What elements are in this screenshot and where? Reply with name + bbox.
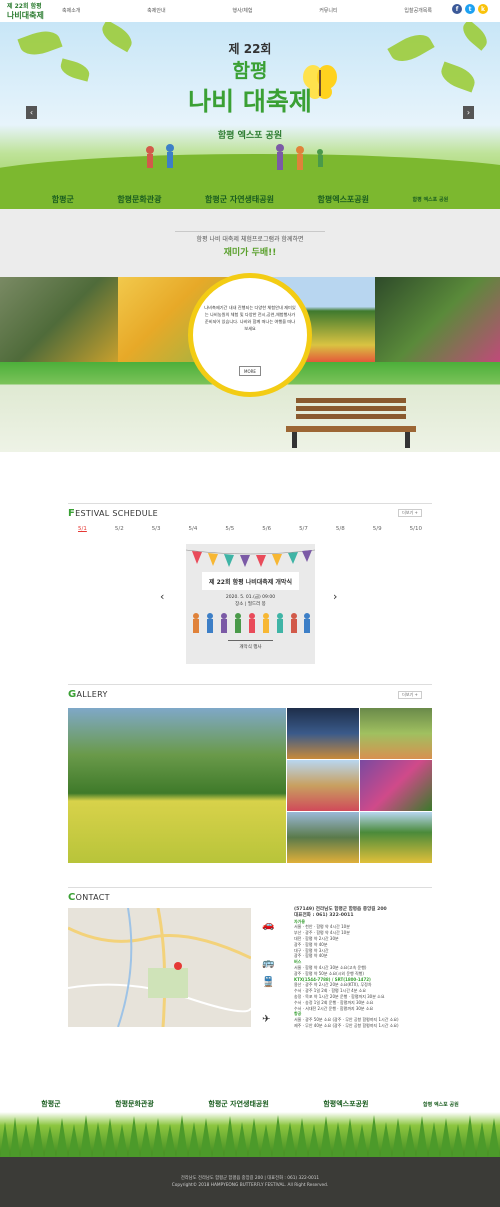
- intro-text: 함평 나비 대축제 체험프로그램과 함께하면: [196, 236, 304, 243]
- footer-logo[interactable]: 함평군: [41, 1099, 60, 1109]
- sponsor-logo: 함평엑스포공원: [317, 195, 370, 204]
- bus-icon: 🚌: [262, 958, 275, 969]
- schedule-more-button[interactable]: 더보기 +: [398, 509, 422, 517]
- footer-logo[interactable]: 함평군 자연생태공원: [208, 1099, 268, 1109]
- sponsor-logo: 함평 엑스포 공원: [412, 197, 449, 203]
- date-tab[interactable]: 5/4: [189, 526, 198, 532]
- date-tab[interactable]: 5/8: [336, 526, 345, 532]
- event-info: 2020. 5. 01.(금) 09:00 장소 | 필드러 봉: [186, 594, 315, 608]
- photo-tree: [0, 277, 118, 362]
- hero-sponsor-logos: 함평군 함평문화관광 함평군 자연생태공원 함평엑스포공원 함평 엑스포 공원: [0, 194, 500, 205]
- logo-line1: 제 22회 함평: [7, 3, 42, 10]
- car-icon: 🚗: [262, 920, 275, 931]
- airplane-icon: ✈: [262, 1014, 271, 1025]
- location-map[interactable]: [68, 908, 251, 1027]
- event-time: 2020. 5. 01.(금) 09:00: [225, 595, 276, 600]
- gallery-thumbnail[interactable]: [287, 708, 359, 759]
- schedule-date-tabs: 5/1 5/2 5/3 5/4 5/5 5/6 5/7 5/8 5/9 5/10: [68, 526, 432, 532]
- site-footer: 전라남도 전라남도 함평군 함평읍 중앙길 200 | 대표전화 : 061) …: [0, 1157, 500, 1207]
- nav-item-events[interactable]: 행사/체험: [232, 7, 252, 14]
- site-header: 제 22회 함평 나비대축제 축제소개 축제안내 행사/체험 커뮤니티 입찰공개…: [0, 0, 500, 22]
- hero-prev-button[interactable]: ‹: [26, 106, 37, 119]
- date-tab[interactable]: 5/10: [410, 526, 422, 532]
- gallery-more-button[interactable]: 더보기 +: [398, 691, 422, 699]
- date-tab[interactable]: 5/1: [78, 526, 87, 532]
- gallery-title: GALLERY: [68, 689, 108, 700]
- nav-item-guide[interactable]: 축제안내: [147, 7, 165, 14]
- date-tab[interactable]: 5/7: [299, 526, 308, 532]
- nav-item-bids[interactable]: 입찰공개목록: [404, 7, 432, 14]
- schedule-prev-button[interactable]: ‹: [160, 590, 164, 603]
- hero-next-button[interactable]: ›: [463, 106, 474, 119]
- air-route: 제주 · 무안 40분 소요 (광주 · 무안 공항 함평까지 1시간 소요): [294, 1022, 399, 1028]
- footer-logo[interactable]: 함평문화관광: [115, 1099, 154, 1109]
- logo-line2: 나비대축제: [7, 11, 44, 20]
- event-title: 제 22회 함평 나비대축제 개막식: [202, 572, 299, 590]
- sponsor-logo: 함평문화관광: [117, 195, 162, 204]
- train-icon: 🚆: [262, 977, 275, 988]
- hero-edition: 제 22회: [228, 42, 272, 56]
- divider: [68, 684, 432, 685]
- grass-blades: [0, 1115, 500, 1157]
- footer-address: 전라남도 전라남도 함평군 함평읍 중앙길 200 | 대표전화 : 061) …: [180, 1176, 320, 1181]
- gallery-thumbnail[interactable]: [360, 812, 432, 863]
- hero-venue: 함평 엑스포 공원: [217, 131, 283, 141]
- hero-city: 함평: [232, 60, 268, 82]
- gallery-thumbnail[interactable]: [287, 812, 359, 863]
- program-circle: 나비축제기간 내내 진행되는 다양한 체험안내 재미있는 나비농원의 체험 및 …: [188, 273, 312, 397]
- date-tab[interactable]: 5/9: [373, 526, 382, 532]
- intro-highlight: 재미가 두배!!: [223, 248, 277, 258]
- main-nav: 축제소개 축제안내 행사/체험 커뮤니티 입찰공개목록: [62, 7, 432, 14]
- date-tab[interactable]: 5/2: [115, 526, 124, 532]
- date-tab[interactable]: 5/6: [262, 526, 271, 532]
- contact-title: CONTACT: [68, 892, 110, 903]
- event-place: 장소 | 필드러 봉: [235, 602, 266, 607]
- bunting-decoration: [186, 549, 315, 567]
- map-graphic: [68, 908, 251, 1027]
- schedule-card[interactable]: 제 22회 함평 나비대축제 개막식 2020. 5. 01.(금) 09:00…: [186, 544, 315, 664]
- divider: [228, 640, 273, 641]
- gallery-thumbnail[interactable]: [360, 708, 432, 759]
- footer-grass-decoration: [0, 1112, 500, 1157]
- date-tab[interactable]: 5/5: [225, 526, 234, 532]
- more-button[interactable]: MORE: [239, 366, 261, 376]
- facebook-icon[interactable]: f: [452, 4, 462, 14]
- sponsor-logo: 함평군: [51, 195, 74, 204]
- program-text: 나비축제기간 내내 진행되는 다양한 체험안내 재미있는 나비농원의 체험 및 …: [204, 305, 296, 331]
- people-illustration: [146, 144, 323, 170]
- divider: [175, 231, 325, 232]
- crowd-illustration: [193, 613, 310, 633]
- hero-festival-title: 나비 대축제: [188, 87, 312, 116]
- photo-flower-sculpture: [375, 277, 500, 362]
- event-label: 개막식 행사: [239, 645, 262, 650]
- hero-banner: 제 22회 함평 나비 대축제 함평 엑스포 공원 ‹ › 함평군 함평문화관광…: [0, 22, 500, 209]
- footer-logo[interactable]: 함평 엑스포 공원: [423, 1101, 459, 1108]
- gallery-thumbnail[interactable]: [360, 760, 432, 811]
- bench-illustration: [286, 398, 416, 448]
- twitter-icon[interactable]: t: [465, 4, 475, 14]
- sponsor-logo: 함평군 자연생태공원: [204, 195, 274, 204]
- footer-copyright: Copyright© 2018 HAMPYEONG BUTTERFLY FEST…: [171, 1183, 329, 1188]
- sns-links: f t k: [452, 4, 488, 14]
- contact-info: (57149) 전라남도 함평군 함평읍 중앙길 200 대표전화 : 061)…: [294, 907, 434, 1029]
- footer-logo[interactable]: 함평엑스포공원: [323, 1099, 368, 1109]
- schedule-title: FESTIVAL SCHEDULE: [68, 508, 159, 519]
- date-tab[interactable]: 5/3: [152, 526, 161, 532]
- gallery-main-image[interactable]: [68, 708, 286, 863]
- divider: [68, 503, 432, 504]
- site-logo[interactable]: 제 22회 함평 나비대축제: [7, 2, 44, 20]
- nav-item-intro[interactable]: 축제소개: [62, 7, 80, 14]
- kakaostory-icon[interactable]: k: [478, 4, 488, 14]
- gallery-thumbnail[interactable]: [287, 760, 359, 811]
- nav-item-community[interactable]: 커뮤니티: [319, 7, 337, 14]
- intro-band: 함평 나비 대축제 체험프로그램과 함께하면 재미가 두배!!: [0, 209, 500, 277]
- schedule-next-button[interactable]: ›: [333, 590, 337, 603]
- divider: [68, 887, 432, 888]
